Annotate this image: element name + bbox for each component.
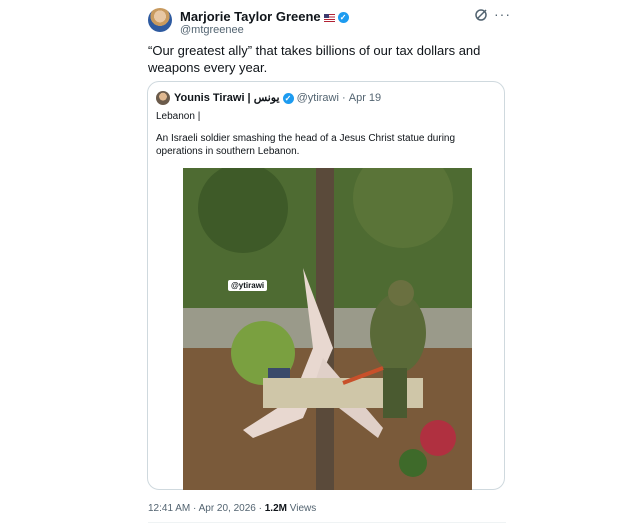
timestamp[interactable]: 12:41 AM · Apr 20, 2026 · xyxy=(148,503,265,514)
quoted-author-row: Younis Tirawi | يونس ✓ @ytirawi · Apr 19 xyxy=(174,91,381,104)
more-icon[interactable]: ··· xyxy=(494,6,511,22)
quoted-text-line2: An Israeli soldier smashing the head of … xyxy=(156,133,456,157)
views-count: 1.2M xyxy=(264,503,287,514)
post-meta: 12:41 AM · Apr 20, 2026 · 1.2M Views xyxy=(148,503,316,514)
quoted-tweet[interactable]: Younis Tirawi | يونس ✓ @ytirawi · Apr 19 … xyxy=(147,81,505,490)
quoted-handle[interactable]: @ytirawi xyxy=(297,92,339,104)
quoted-text-line1: Lebanon | xyxy=(156,111,201,122)
quoted-avatar[interactable] xyxy=(156,91,170,105)
author-handle[interactable]: @mtgreenee xyxy=(180,24,244,36)
author-row: Marjorie Taylor Greene ✓ xyxy=(180,9,349,24)
author-name[interactable]: Marjorie Taylor Greene xyxy=(180,9,321,24)
quoted-author-name[interactable]: Younis Tirawi | يونس xyxy=(174,92,280,104)
quoted-date[interactable]: Apr 19 xyxy=(349,92,381,104)
avatar[interactable] xyxy=(148,8,172,32)
verified-icon: ✓ xyxy=(282,92,294,104)
us-flag-icon xyxy=(323,13,335,22)
photo-watermark: @ytirawi xyxy=(228,280,268,291)
views-label: Views xyxy=(286,503,317,514)
photo-illustration xyxy=(183,168,472,490)
quoted-photo[interactable]: @ytirawi xyxy=(183,168,472,490)
grok-icon[interactable] xyxy=(474,8,488,22)
dot-separator: · xyxy=(342,92,346,104)
divider xyxy=(148,522,506,523)
tweet-text: “Our greatest ally” that takes billions … xyxy=(148,43,481,75)
verified-icon: ✓ xyxy=(337,12,349,24)
